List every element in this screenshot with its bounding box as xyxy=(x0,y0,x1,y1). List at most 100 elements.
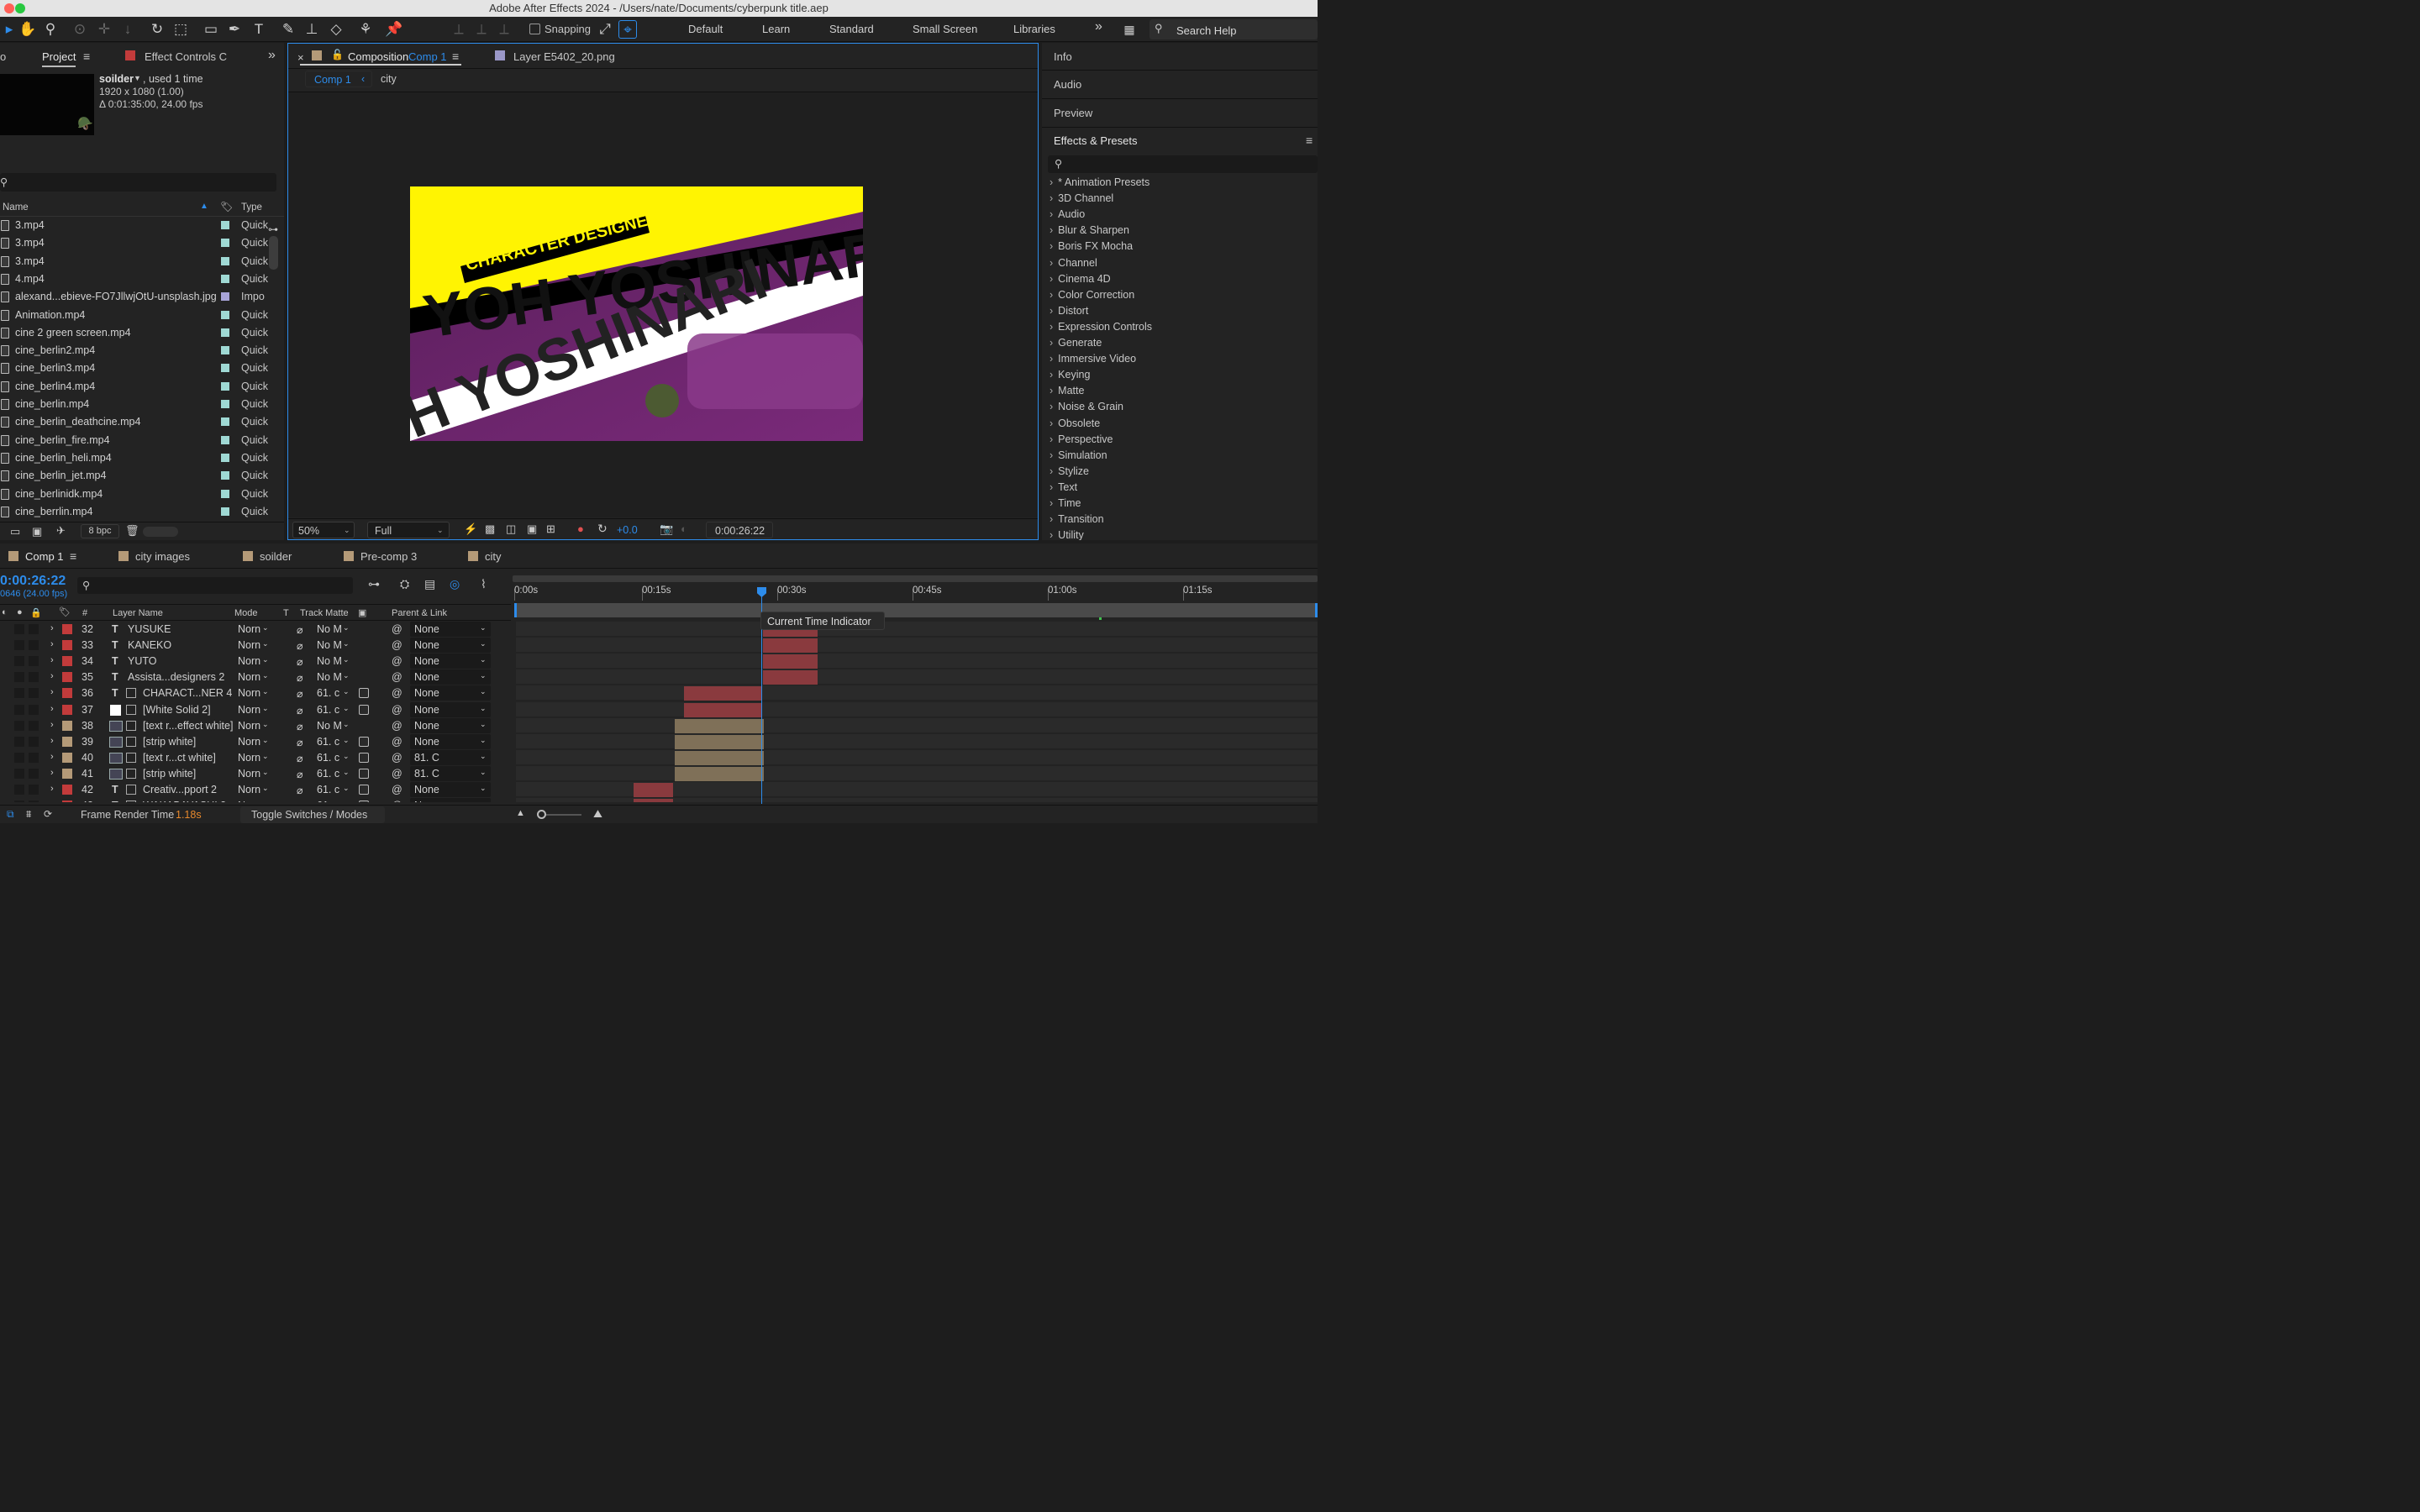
layer-track-matte-value[interactable]: 61. c xyxy=(317,784,339,795)
layer-name[interactable]: KANEKO xyxy=(128,639,171,651)
timeline-tab[interactable]: Comp 1 xyxy=(25,550,64,563)
effects-search-input[interactable]: ⚲ xyxy=(1048,155,1318,173)
render-time-toggle-icon[interactable]: ⧉ xyxy=(7,808,14,821)
search-help-field[interactable]: ⚲ Search Help xyxy=(1150,19,1318,39)
file-label-color[interactable] xyxy=(221,256,229,265)
parent-pickwhip-icon[interactable]: @ xyxy=(392,784,402,795)
solo-toggle[interactable] xyxy=(29,656,39,667)
audio-video-toggle-icon[interactable]: ◐ xyxy=(2,607,8,617)
parent-pickwhip-icon[interactable]: @ xyxy=(392,720,402,732)
layer-mode-value[interactable]: Norn xyxy=(238,784,260,795)
visibility-toggle[interactable] xyxy=(14,656,24,667)
matte-switch-icon[interactable] xyxy=(359,704,369,715)
workspace-small-screen[interactable]: Small Screen xyxy=(913,23,977,35)
matte-switch-icon[interactable] xyxy=(359,768,369,779)
layer-mode-value[interactable]: Norn xyxy=(238,639,260,651)
layer-label-color[interactable] xyxy=(62,720,72,731)
show-snapshot-icon[interactable]: ◐ xyxy=(681,522,687,535)
layer-row[interactable]: › 41 [strip white] Norn ⌄ ⌀ 61. c ⌄ @81. C ⌄ xyxy=(0,765,511,782)
layer-name[interactable]: [text r...effect white] xyxy=(143,720,233,732)
layer-track-matte-value[interactable]: No M xyxy=(317,639,342,651)
close-comp-tab-icon[interactable]: × xyxy=(297,51,304,64)
layer-track-matte-value[interactable]: 61. c xyxy=(317,800,339,802)
project-file-row[interactable]: Animation.mp4 Quick xyxy=(0,307,284,324)
layer-row[interactable]: › 39 [strip white] Norn ⌄ ⌀ 61. c ⌄ @ None ⌄ xyxy=(0,733,511,750)
file-label-color[interactable] xyxy=(221,221,229,229)
tab-project[interactable]: Project xyxy=(42,50,76,67)
motion-blur-icon[interactable]: ◎ xyxy=(450,577,460,591)
zoom-in-icon[interactable]: ⛰ xyxy=(593,807,602,821)
effects-presets-tab[interactable]: Effects & Presets xyxy=(1054,134,1137,147)
project-settings-icon[interactable]: ✈ xyxy=(56,524,66,538)
file-label-color[interactable] xyxy=(221,346,229,355)
time-ruler[interactable]: 0:00s 00:15s 00:30s 00:45s 01:00s 01:15s xyxy=(513,584,1318,602)
layer-row[interactable]: › 40 [text r...ct white] Norn ⌄ ⌀ 61. c ⌄ @81. C… xyxy=(0,749,511,766)
effect-category[interactable]: › Text xyxy=(1050,481,1077,497)
project-file-row[interactable]: cine_berlin_fire.mp4 Quick xyxy=(0,432,284,449)
parent-pickwhip-icon[interactable]: @ xyxy=(392,800,402,802)
solo-toggle[interactable] xyxy=(29,768,39,779)
hand-tool-icon[interactable]: ✋ xyxy=(18,20,37,39)
layer-mode-value[interactable]: Norn xyxy=(238,768,260,780)
layer-name[interactable]: YUTO xyxy=(128,655,157,667)
layer-mode-value[interactable]: Norn xyxy=(238,720,260,732)
parent-pickwhip-icon[interactable]: @ xyxy=(392,655,402,667)
world-axis-icon[interactable]: ⟂ xyxy=(472,20,491,39)
breadcrumb-comp[interactable]: Comp 1 ‹ xyxy=(305,71,372,87)
comp-mini-flowchart-icon[interactable]: ⊶ xyxy=(368,577,380,591)
layer-name-column-header[interactable]: Layer Name xyxy=(113,608,163,618)
name-column-header[interactable]: Name xyxy=(3,202,29,213)
visibility-toggle[interactable] xyxy=(14,785,24,795)
layer-name[interactable]: CHARACT...NER 4 xyxy=(143,687,232,699)
expand-layer-chevron-icon[interactable]: › xyxy=(50,768,54,778)
effect-category[interactable]: › Noise & Grain xyxy=(1050,401,1123,417)
workspace-standard[interactable]: Standard xyxy=(829,23,874,35)
layer-label-color[interactable] xyxy=(62,688,72,699)
collapse-transform-icon[interactable] xyxy=(126,785,136,795)
breadcrumb-city[interactable]: city xyxy=(381,73,397,85)
parent-link-column-header[interactable]: Parent & Link xyxy=(392,608,447,618)
visibility-toggle[interactable] xyxy=(14,704,24,715)
exposure-value[interactable]: +0.0 xyxy=(617,524,638,536)
effect-category[interactable]: › Expression Controls xyxy=(1050,321,1152,337)
snapping-options-icon[interactable]: ⤢ xyxy=(596,20,614,39)
solo-toggle[interactable] xyxy=(29,624,39,634)
matte-pickwhip-icon[interactable]: ⌀ xyxy=(297,800,303,802)
layer-name[interactable]: YUSUKE xyxy=(128,623,171,635)
project-search-input[interactable]: ⚲ xyxy=(0,173,276,192)
grid-guides-icon[interactable]: ⊞ xyxy=(546,522,555,536)
visibility-toggle[interactable] xyxy=(14,624,24,634)
timeline-tab[interactable]: Pre-comp 3 xyxy=(360,550,417,563)
layer-track-matte-value[interactable]: No M xyxy=(317,671,342,683)
timeline-panel-menu-icon[interactable]: ≡ xyxy=(70,549,76,563)
file-label-color[interactable] xyxy=(221,471,229,480)
project-file-row[interactable]: alexand...ebieve-FO7JllwjOtU-unsplash.jp… xyxy=(0,288,284,306)
expand-layer-chevron-icon[interactable]: › xyxy=(50,623,54,633)
expand-layer-chevron-icon[interactable]: › xyxy=(50,736,54,746)
layer-label-color[interactable] xyxy=(62,704,72,715)
project-file-row[interactable]: cine_berlin2.mp4 Quick xyxy=(0,342,284,360)
type-column-header[interactable]: Type xyxy=(241,202,262,213)
type-tool-icon[interactable]: T xyxy=(250,20,268,39)
composition-viewer[interactable]: CHARACTER DESIGNER YOH YOSHINARI H YOSHI… xyxy=(288,92,1038,517)
timeline-zoom-knob[interactable] xyxy=(537,810,546,819)
layer-name[interactable]: WAKABAYASHI 2 xyxy=(143,800,226,802)
solo-column-icon[interactable]: ● xyxy=(17,607,23,617)
project-file-row[interactable]: cine_berlinidk.mp4 Quick xyxy=(0,486,284,503)
parent-pickwhip-icon[interactable]: @ xyxy=(392,704,402,716)
solo-toggle[interactable] xyxy=(29,752,39,763)
collapse-transform-icon[interactable] xyxy=(126,768,136,779)
close-window-button[interactable] xyxy=(4,3,14,13)
file-label-color[interactable] xyxy=(221,381,229,391)
layer-row[interactable]: › 33 T KANEKO Norn ⌄ ⌀ No M ⌄ @ None ⌄ xyxy=(0,638,511,654)
timeline-timecode[interactable]: 0:00:26:22 xyxy=(0,574,66,589)
graph-editor-icon[interactable]: ⌇ xyxy=(481,577,487,591)
effect-category[interactable]: › Matte xyxy=(1050,385,1084,401)
matte-pickwhip-icon[interactable]: ⌀ xyxy=(297,639,303,652)
collapse-transform-icon[interactable] xyxy=(126,704,136,715)
mask-visibility-icon[interactable]: ◫ xyxy=(506,522,516,536)
lock-icon[interactable]: 🔓 xyxy=(331,49,344,60)
workspace-default[interactable]: Default xyxy=(688,23,723,35)
timeline-tab[interactable]: city xyxy=(485,550,502,563)
effect-category[interactable]: › Transition xyxy=(1050,513,1104,529)
